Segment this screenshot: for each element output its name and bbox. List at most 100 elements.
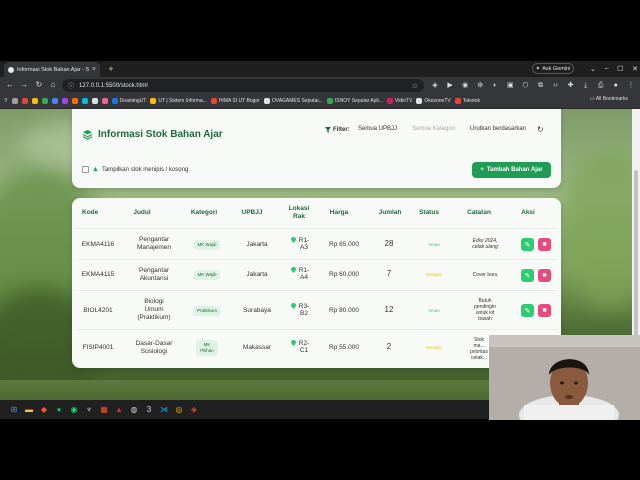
reset-filter-icon[interactable]: ↻ [537, 125, 544, 134]
bookmark-isnoy[interactable]: ISNOY Seputar Apli... [326, 98, 383, 104]
kategori-badge: MK Wajib [194, 270, 220, 280]
delete-button[interactable]: ■ [538, 269, 551, 282]
col-header-kategori[interactable]: Kategori [190, 209, 218, 216]
tab-close-icon[interactable]: × [92, 66, 96, 73]
app-icon[interactable]: ▦ [98, 404, 110, 416]
puzzle-icon[interactable]: ✚ [566, 81, 576, 91]
trash-icon: ■ [542, 272, 547, 279]
extension-icon[interactable]: ⧉ [535, 81, 545, 91]
extension-icon[interactable]: ▶ [445, 81, 455, 91]
bookmark-icon[interactable] [61, 98, 68, 104]
delete-button[interactable]: ■ [538, 304, 551, 317]
edit-button[interactable]: ✎ [521, 269, 534, 282]
bookmark-icon[interactable] [31, 98, 38, 104]
vscode-icon[interactable]: ⋊ [158, 404, 170, 416]
edit-button[interactable]: ✎ [521, 238, 534, 251]
minimize-icon[interactable]: – [605, 65, 609, 72]
bookmark-icon[interactable] [101, 98, 108, 104]
bookmark-ovagames[interactable]: OVAGAMES Seputar... [263, 98, 323, 104]
all-bookmarks-button[interactable]: ▭ All Bookmarks [590, 96, 628, 102]
status-badge: Menipis [426, 272, 442, 277]
col-header-status[interactable]: Status [418, 209, 440, 216]
add-bahan-ajar-button[interactable]: + Tambah Bahan Ajar [472, 162, 551, 178]
close-window-icon[interactable]: ✕ [632, 65, 638, 73]
address-bar[interactable]: ⓘ 127.0.0.1:5500/stock.html ☆ [62, 79, 424, 92]
download-icon[interactable]: ⤓ [581, 81, 591, 91]
extension-icons: ◈ ▶ ◉ ⊕ ◐ ▣ ⬡ ⧉ ‹› ✚ ⤓ ⎙ ● ⋮ [430, 79, 636, 92]
pencil-icon: ✎ [524, 272, 531, 280]
browser-tab[interactable]: Informasi Stok Bahan Ajar - SIT × [4, 62, 100, 77]
print-icon[interactable]: ⎙ [596, 81, 606, 91]
kategori-select[interactable]: Semua Kategori [412, 126, 455, 132]
file-explorer-icon[interactable]: ▬ [23, 404, 35, 416]
sort-select[interactable]: Urutkan berdasarkan [470, 126, 526, 132]
bookmark-icon[interactable] [11, 98, 18, 104]
col-header-catatan[interactable]: Catatan [466, 209, 492, 216]
app-icon[interactable]: ♆ [83, 404, 95, 416]
app-icon[interactable]: ◈ [188, 404, 200, 416]
menu-icon[interactable]: ⋮ [626, 81, 636, 91]
row-divider [76, 290, 557, 291]
extension-icon[interactable]: ▣ [505, 81, 515, 91]
upbjj-select[interactable]: Semua UPBJJ [358, 126, 397, 132]
profile-icon[interactable]: ● [611, 81, 621, 91]
warning-icon: ▲ [92, 166, 99, 173]
tab-search-icon[interactable]: ⌄ [590, 65, 596, 73]
home-icon[interactable]: ⌂ [47, 79, 59, 91]
col-header-harga[interactable]: Harga [328, 209, 350, 216]
bookmark-vidiotv[interactable]: VidioTV [386, 98, 412, 104]
whatsapp-icon[interactable]: ◉ [68, 404, 80, 416]
bookmark-tekotok[interactable]: Tekotok [454, 98, 480, 104]
acrobat-icon[interactable]: ▲ [113, 404, 125, 416]
delete-button[interactable]: ■ [538, 238, 551, 251]
bookmark-icon[interactable] [41, 98, 48, 104]
col-header-upbjj[interactable]: UPBJJ [240, 209, 264, 216]
extension-icon[interactable]: ◐ [490, 81, 500, 91]
scrollbar-thumb[interactable] [634, 170, 638, 340]
maximize-icon[interactable]: ☐ [617, 65, 623, 73]
apps-icon[interactable]: ⠿ [4, 98, 8, 104]
new-tab-button[interactable]: + [105, 62, 117, 76]
reload-icon[interactable]: ↻ [33, 79, 45, 91]
url-text: 127.0.0.1:5500/stock.html [79, 82, 148, 89]
site-info-icon[interactable]: ⓘ [68, 81, 74, 90]
cell-harga: Rp 55.000 [329, 344, 359, 351]
bookmark-icon[interactable] [21, 98, 28, 104]
extension-icon[interactable]: ◉ [460, 81, 470, 91]
windows-start-icon[interactable]: ⊞ [8, 404, 20, 416]
bookmark-okezonetv[interactable]: OkezoneTV [416, 98, 451, 104]
kategori-badge: MK Wajib [194, 240, 220, 250]
app-icon[interactable]: ◍ [128, 404, 140, 416]
col-header-jumlah[interactable]: Jumlah [377, 209, 403, 216]
cell-upbjj: Surabaya [243, 307, 271, 314]
low-stock-toggle[interactable]: ▲ Tampilkan stok menipis / kosong [82, 166, 188, 173]
col-header-kode[interactable]: Kode [82, 209, 98, 216]
cell-catatan: Butuh pendingin untuk kit basah [474, 298, 496, 322]
bookmark-hima[interactable]: HIMA SI UT Bogor [210, 98, 260, 104]
app-icon[interactable]: 3 [143, 404, 155, 416]
extension-icon[interactable]: ◈ [430, 81, 440, 91]
bookmark-icon[interactable] [71, 98, 78, 104]
spotify-icon[interactable]: ● [53, 404, 65, 416]
brave-icon[interactable]: ◆ [38, 404, 50, 416]
bookmark-ut-sistem[interactable]: UT | Sistem Informa... [150, 98, 207, 104]
bookmark-icon[interactable] [81, 98, 88, 104]
ask-gemini-button[interactable]: ✦ Ask Gemini [532, 63, 574, 74]
forward-icon[interactable]: → [18, 79, 30, 91]
cell-catatan: Cover baru [472, 272, 498, 278]
edit-button[interactable]: ✎ [521, 304, 534, 317]
back-icon[interactable]: ← [4, 79, 16, 91]
bookmark-star-icon[interactable]: ☆ [412, 82, 418, 90]
extension-icon[interactable]: ⬡ [520, 81, 530, 91]
col-header-lokasi-rak[interactable]: Lokasi Rak [286, 205, 312, 221]
col-header-judul[interactable]: Judul [130, 209, 154, 216]
devtools-icon[interactable]: ‹› [551, 81, 561, 91]
bookmark-icon[interactable] [51, 98, 58, 104]
bookmark-deamingut[interactable]: DeamingUT [111, 98, 146, 104]
pencil-icon: ✎ [524, 241, 531, 249]
bottom-black-margin [0, 419, 640, 480]
extension-icon[interactable]: ⊕ [475, 81, 485, 91]
low-stock-checkbox[interactable] [82, 166, 89, 173]
chrome-icon[interactable]: ◎ [173, 404, 185, 416]
bookmark-icon[interactable] [91, 98, 98, 104]
